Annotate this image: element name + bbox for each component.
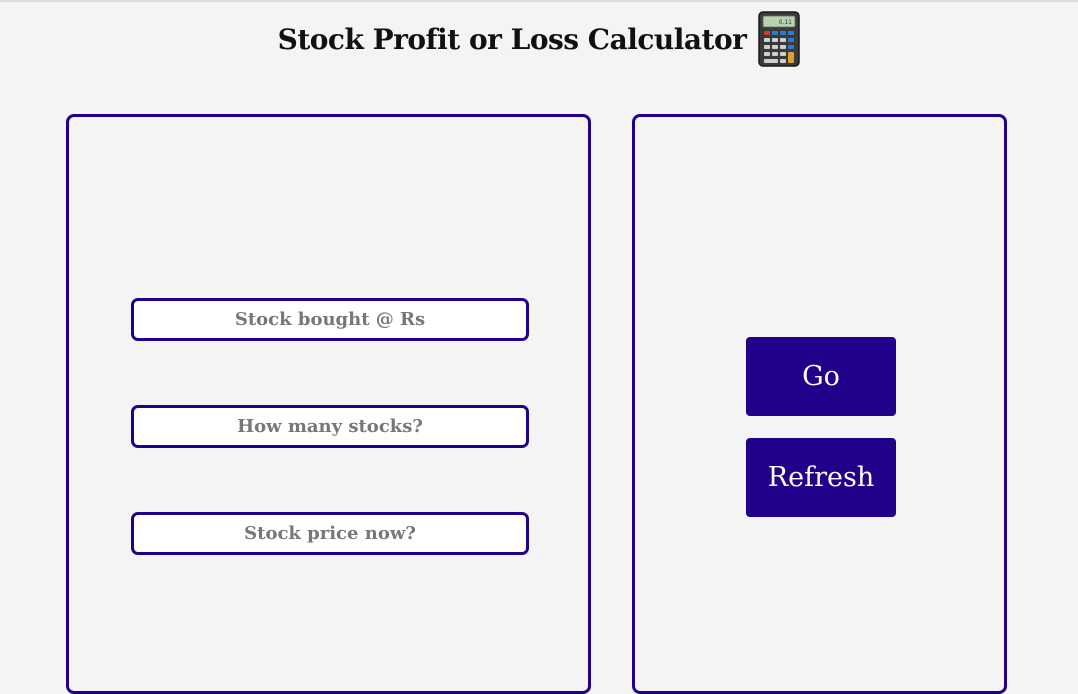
page-title: Stock Profit or Loss Calculator: [277, 22, 747, 56]
go-button[interactable]: Go: [746, 337, 896, 416]
actions-panel: Go Refresh: [632, 114, 1007, 694]
svg-text:0.11: 0.11: [779, 19, 793, 26]
top-divider: [0, 0, 1078, 2]
stock-bought-price-input[interactable]: [131, 298, 529, 341]
stock-current-price-input[interactable]: [131, 512, 529, 555]
input-panel: [66, 114, 591, 694]
page-header: Stock Profit or Loss Calculator 0.11: [0, 8, 1078, 70]
stock-quantity-input[interactable]: [131, 405, 529, 448]
calculator-icon: 0.11: [758, 11, 801, 67]
refresh-button[interactable]: Refresh: [746, 438, 896, 517]
